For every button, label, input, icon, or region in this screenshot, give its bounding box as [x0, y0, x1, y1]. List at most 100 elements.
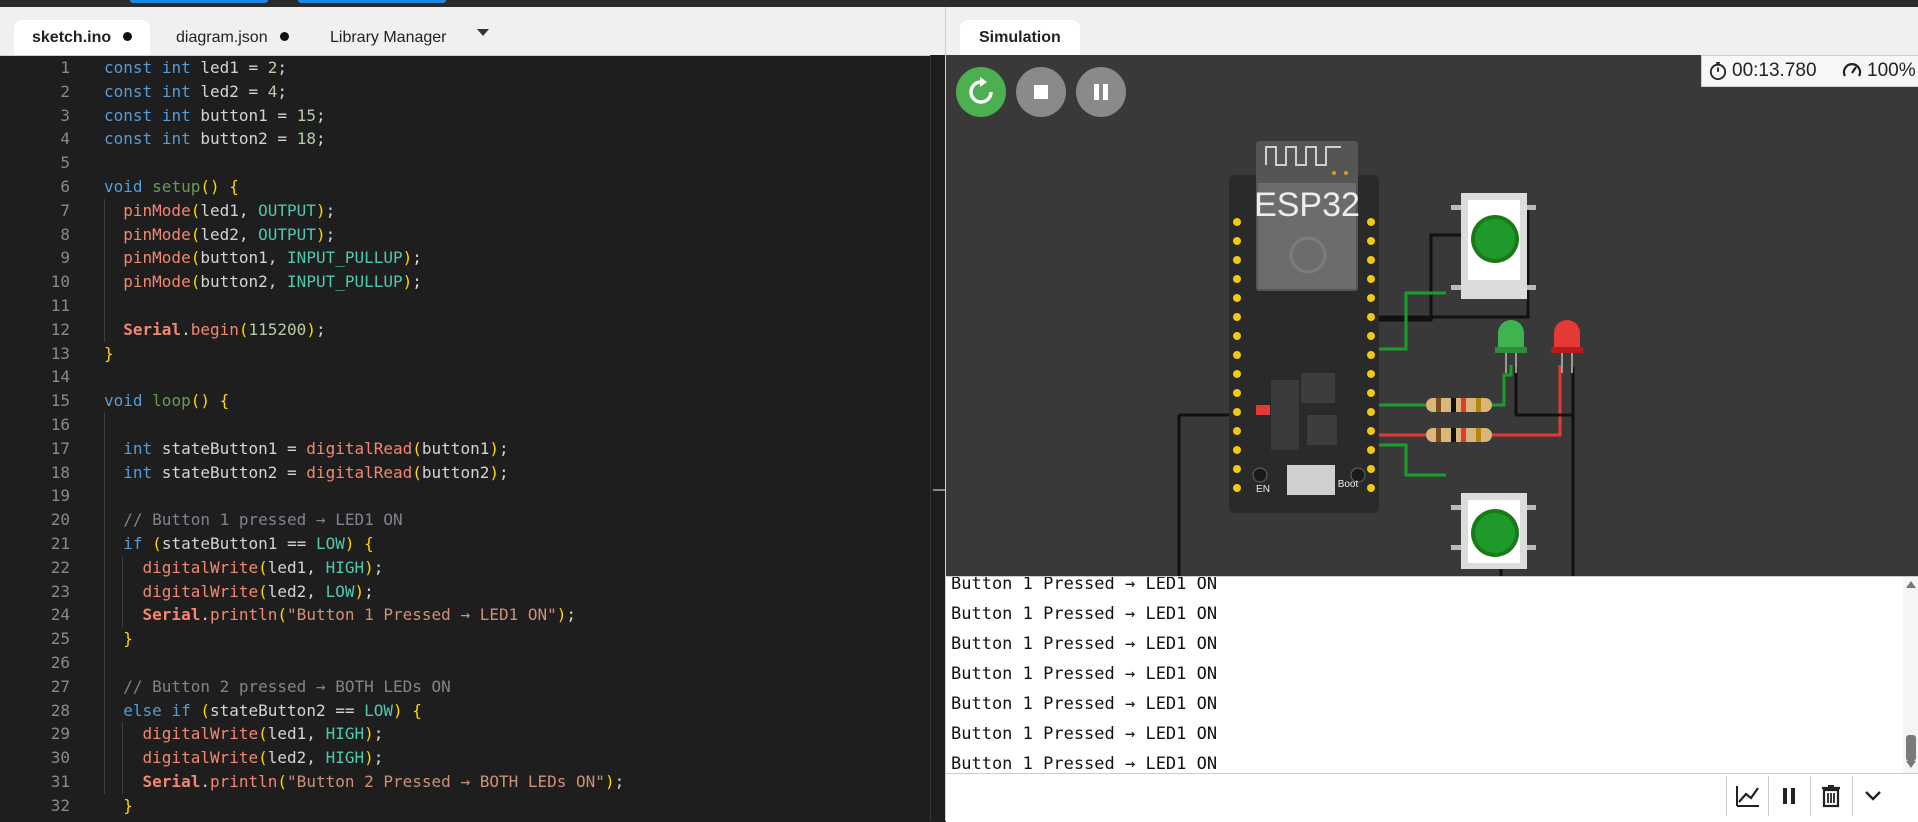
- line-number: 20: [50, 510, 70, 530]
- code-text: digitalWrite(led2, LOW);: [142, 581, 374, 601]
- code-line[interactable]: 5: [0, 151, 930, 175]
- serial-output-line: Button 1 Pressed → LED1 ON: [951, 694, 1218, 714]
- code-line[interactable]: 18 int stateButton2 = digitalRead(button…: [0, 461, 930, 485]
- line-number: 4: [60, 129, 70, 149]
- resistor-2[interactable]: [1426, 428, 1492, 442]
- line-number: 8: [60, 224, 70, 244]
- code-text: const int button1 = 15;: [104, 105, 326, 125]
- line-number: 29: [50, 724, 70, 744]
- line-number: 24: [50, 605, 70, 625]
- line-number: 22: [50, 557, 70, 577]
- tab-label: Library Manager: [330, 29, 447, 46]
- code-line[interactable]: 21 if (stateButton1 == LOW) {: [0, 532, 930, 556]
- indent-guide: [122, 722, 123, 794]
- code-text: }: [123, 629, 133, 649]
- code-line[interactable]: 1 const int led1 = 2;: [0, 56, 930, 80]
- led-red[interactable]: [1551, 320, 1583, 373]
- code-line[interactable]: 28 else if (stateButton2 == LOW) {: [0, 699, 930, 723]
- line-number: 9: [60, 248, 70, 268]
- code-text: int stateButton2 = digitalRead(button2);: [123, 462, 509, 482]
- en-label: EN: [1256, 484, 1270, 495]
- editor-tabbar: sketch.ino diagram.json Library Manager: [0, 7, 945, 56]
- line-number: 7: [60, 200, 70, 220]
- code-text: const int led2 = 4;: [104, 81, 288, 101]
- code-line[interactable]: 29 digitalWrite(led1, HIGH);: [0, 722, 930, 746]
- scroll-up-arrow-icon[interactable]: [1906, 581, 1916, 588]
- line-number: 2: [60, 81, 70, 101]
- line-number: 26: [50, 653, 70, 672]
- top-button-1[interactable]: [130, 0, 268, 3]
- code-line[interactable]: 7 pinMode(led1, OUTPUT);: [0, 199, 930, 223]
- tab-diagram-json[interactable]: diagram.json: [158, 20, 307, 55]
- pushbutton-2[interactable]: [1451, 493, 1536, 569]
- scroll-thumb[interactable]: [1906, 735, 1916, 761]
- code-line[interactable]: 12 Serial.begin(115200);: [0, 318, 930, 342]
- line-number: 12: [50, 319, 70, 339]
- line-number: 27: [50, 676, 70, 696]
- tab-simulation[interactable]: Simulation: [960, 20, 1080, 55]
- code-line[interactable]: 27 // Button 2 pressed → BOTH LEDs ON: [0, 675, 930, 699]
- code-line[interactable]: 9 pinMode(button1, INPUT_PULLUP);: [0, 246, 930, 270]
- tabs-dropdown-chevron-down-icon[interactable]: [477, 29, 489, 36]
- code-text: pinMode(led2, OUTPUT);: [123, 224, 336, 244]
- code-text: }: [123, 795, 133, 815]
- pause-serial-button[interactable]: [1768, 776, 1809, 816]
- code-text: digitalWrite(led1, HIGH);: [142, 724, 384, 744]
- boot-label: Boot: [1338, 479, 1359, 490]
- code-line[interactable]: 2 const int led2 = 4;: [0, 80, 930, 104]
- code-line[interactable]: 4 const int button2 = 18;: [0, 127, 930, 151]
- code-text: pinMode(button1, INPUT_PULLUP);: [123, 248, 422, 268]
- editor-scrollbar[interactable]: [930, 55, 947, 821]
- code-line[interactable]: 8 pinMode(led2, OUTPUT);: [0, 223, 930, 247]
- line-number: 13: [50, 343, 70, 363]
- clear-serial-button[interactable]: [1810, 776, 1851, 816]
- code-text: Serial.println("Button 1 Pressed → LED1 …: [142, 605, 577, 625]
- unsaved-dot-icon: [279, 32, 289, 41]
- simulation-canvas[interactable]: 00:13.780 100% ESP32 Boot EN: [946, 55, 1918, 576]
- line-number: 31: [50, 772, 70, 791]
- code-text: pinMode(led1, OUTPUT);: [123, 200, 336, 220]
- code-line[interactable]: 31 Serial.println("Button 2 Pressed → BO…: [0, 770, 930, 794]
- resistor-1[interactable]: [1426, 398, 1492, 412]
- code-line[interactable]: 25 }: [0, 627, 930, 651]
- code-line[interactable]: 10 pinMode(button2, INPUT_PULLUP);: [0, 270, 930, 294]
- line-number: 25: [50, 629, 70, 649]
- code-line[interactable]: 24 Serial.println("Button 1 Pressed → LE…: [0, 603, 930, 627]
- code-line[interactable]: 6 void setup() {: [0, 175, 930, 199]
- code-line[interactable]: 13}: [0, 342, 930, 366]
- serial-monitor-output[interactable]: Button 1 Pressed → LED1 ON Button 1 Press…: [946, 576, 1918, 774]
- plotter-button[interactable]: [1726, 776, 1767, 816]
- code-line[interactable]: 23 digitalWrite(led2, LOW);: [0, 580, 930, 604]
- trash-icon: [1822, 785, 1840, 808]
- pushbutton-1[interactable]: [1451, 193, 1536, 299]
- serial-output-line: Button 1 Pressed → LED1 ON: [951, 604, 1218, 624]
- line-number: 14: [50, 367, 70, 387]
- code-line[interactable]: 19: [0, 484, 930, 508]
- serial-options-button[interactable]: [1852, 776, 1893, 816]
- serial-output-line: Button 1 Pressed → LED1 ON: [951, 634, 1218, 654]
- line-number: 5: [60, 153, 70, 173]
- code-line[interactable]: 16: [0, 413, 930, 437]
- indent-guide: [122, 555, 123, 628]
- tab-library-manager[interactable]: Library Manager: [312, 20, 465, 55]
- code-text: const int button2 = 18;: [104, 129, 326, 149]
- code-line[interactable]: 20 // Button 1 pressed → LED1 ON: [0, 508, 930, 532]
- code-line[interactable]: 22 digitalWrite(led1, HIGH);: [0, 556, 930, 580]
- scroll-down-arrow-icon[interactable]: [1906, 761, 1916, 768]
- code-text: Serial.println("Button 2 Pressed → BOTH …: [142, 772, 625, 791]
- line-number: 6: [60, 177, 70, 196]
- tab-sketch-ino[interactable]: sketch.ino: [14, 20, 151, 55]
- top-button-2[interactable]: [298, 0, 446, 3]
- serial-scrollbar[interactable]: [1903, 577, 1918, 774]
- code-line[interactable]: 11: [0, 294, 930, 318]
- code-area[interactable]: 1 const int led1 = 2; 2 const int led2 = 4;…: [0, 55, 930, 821]
- code-line[interactable]: 30 digitalWrite(led2, HIGH);: [0, 746, 930, 770]
- code-line[interactable]: 32 }: [0, 794, 930, 818]
- code-text: }: [104, 343, 114, 363]
- code-line[interactable]: 17 int stateButton1 = digitalRead(button…: [0, 437, 930, 461]
- code-line[interactable]: 26: [0, 651, 930, 675]
- code-text: Serial.begin(115200);: [123, 319, 326, 339]
- code-line[interactable]: 14: [0, 365, 930, 389]
- code-line[interactable]: 3 const int button1 = 15;: [0, 104, 930, 128]
- code-line[interactable]: 15 void loop() {: [0, 389, 930, 413]
